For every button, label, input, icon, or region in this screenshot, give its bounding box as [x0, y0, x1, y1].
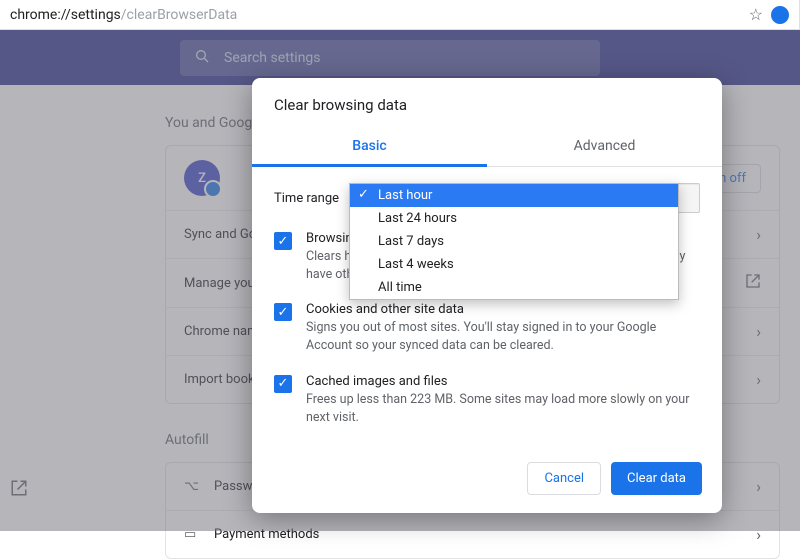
profile-avatar-icon[interactable]: [771, 6, 789, 24]
clear-data-button[interactable]: Clear data: [611, 462, 702, 495]
time-range-dropdown: Last hour Last 24 hours Last 7 days Last…: [349, 183, 679, 300]
external-link-icon[interactable]: [10, 479, 28, 501]
settings-row-payments[interactable]: ▭ Payment methods ›: [166, 510, 779, 558]
time-range-option[interactable]: Last hour: [350, 184, 678, 207]
card-icon: ▭: [184, 527, 200, 542]
bookmark-star-icon[interactable]: ☆: [749, 5, 763, 24]
clear-item-desc: Frees up less than 223 MB. Some sites ma…: [306, 391, 700, 427]
clear-item-desc: Signs you out of most sites. You'll stay…: [306, 319, 700, 355]
url-text: chrome://settings/clearBrowserData: [10, 7, 749, 23]
checkbox-cache[interactable]: ✓: [274, 375, 292, 393]
url-path: /clearBrowserData: [121, 7, 238, 23]
tab-advanced[interactable]: Advanced: [487, 128, 722, 166]
search-icon: [194, 48, 210, 68]
url-bar[interactable]: chrome://settings/clearBrowserData ☆: [0, 0, 800, 30]
url-host: chrome://settings: [10, 7, 121, 23]
clear-browsing-data-dialog: Clear browsing data Basic Advanced Time …: [252, 78, 722, 513]
chevron-right-icon: ›: [756, 225, 761, 244]
time-range-select[interactable]: Last hour Last hour Last 24 hours Last 7…: [349, 183, 700, 213]
clear-item-cache: ✓ Cached images and files Frees up less …: [274, 374, 700, 427]
cancel-button[interactable]: Cancel: [527, 462, 601, 495]
chevron-right-icon: ›: [756, 525, 761, 544]
time-range-option[interactable]: All time: [350, 276, 678, 299]
avatar: Z: [184, 160, 220, 196]
search-settings[interactable]: [180, 40, 600, 76]
checkbox-history[interactable]: ✓: [274, 232, 292, 250]
key-icon: ⌥: [184, 479, 200, 494]
time-range-label: Time range: [274, 191, 339, 206]
row-label: Payment methods: [214, 527, 319, 542]
settings-header: [0, 30, 800, 85]
tab-basic[interactable]: Basic: [252, 128, 487, 167]
clear-item-title: Cached images and files: [306, 374, 700, 389]
dialog-title: Clear browsing data: [252, 78, 722, 128]
clear-item-cookies: ✓ Cookies and other site data Signs you …: [274, 302, 700, 355]
external-link-icon: [745, 273, 761, 293]
chevron-right-icon: ›: [756, 477, 761, 496]
dialog-tabs: Basic Advanced: [252, 128, 722, 167]
chevron-right-icon: ›: [756, 370, 761, 389]
time-range-option[interactable]: Last 4 weeks: [350, 253, 678, 276]
clear-item-title: Cookies and other site data: [306, 302, 700, 317]
chevron-right-icon: ›: [756, 322, 761, 341]
time-range-option[interactable]: Last 7 days: [350, 230, 678, 253]
checkbox-cookies[interactable]: ✓: [274, 303, 292, 321]
time-range-option[interactable]: Last 24 hours: [350, 207, 678, 230]
search-input[interactable]: [224, 50, 586, 66]
